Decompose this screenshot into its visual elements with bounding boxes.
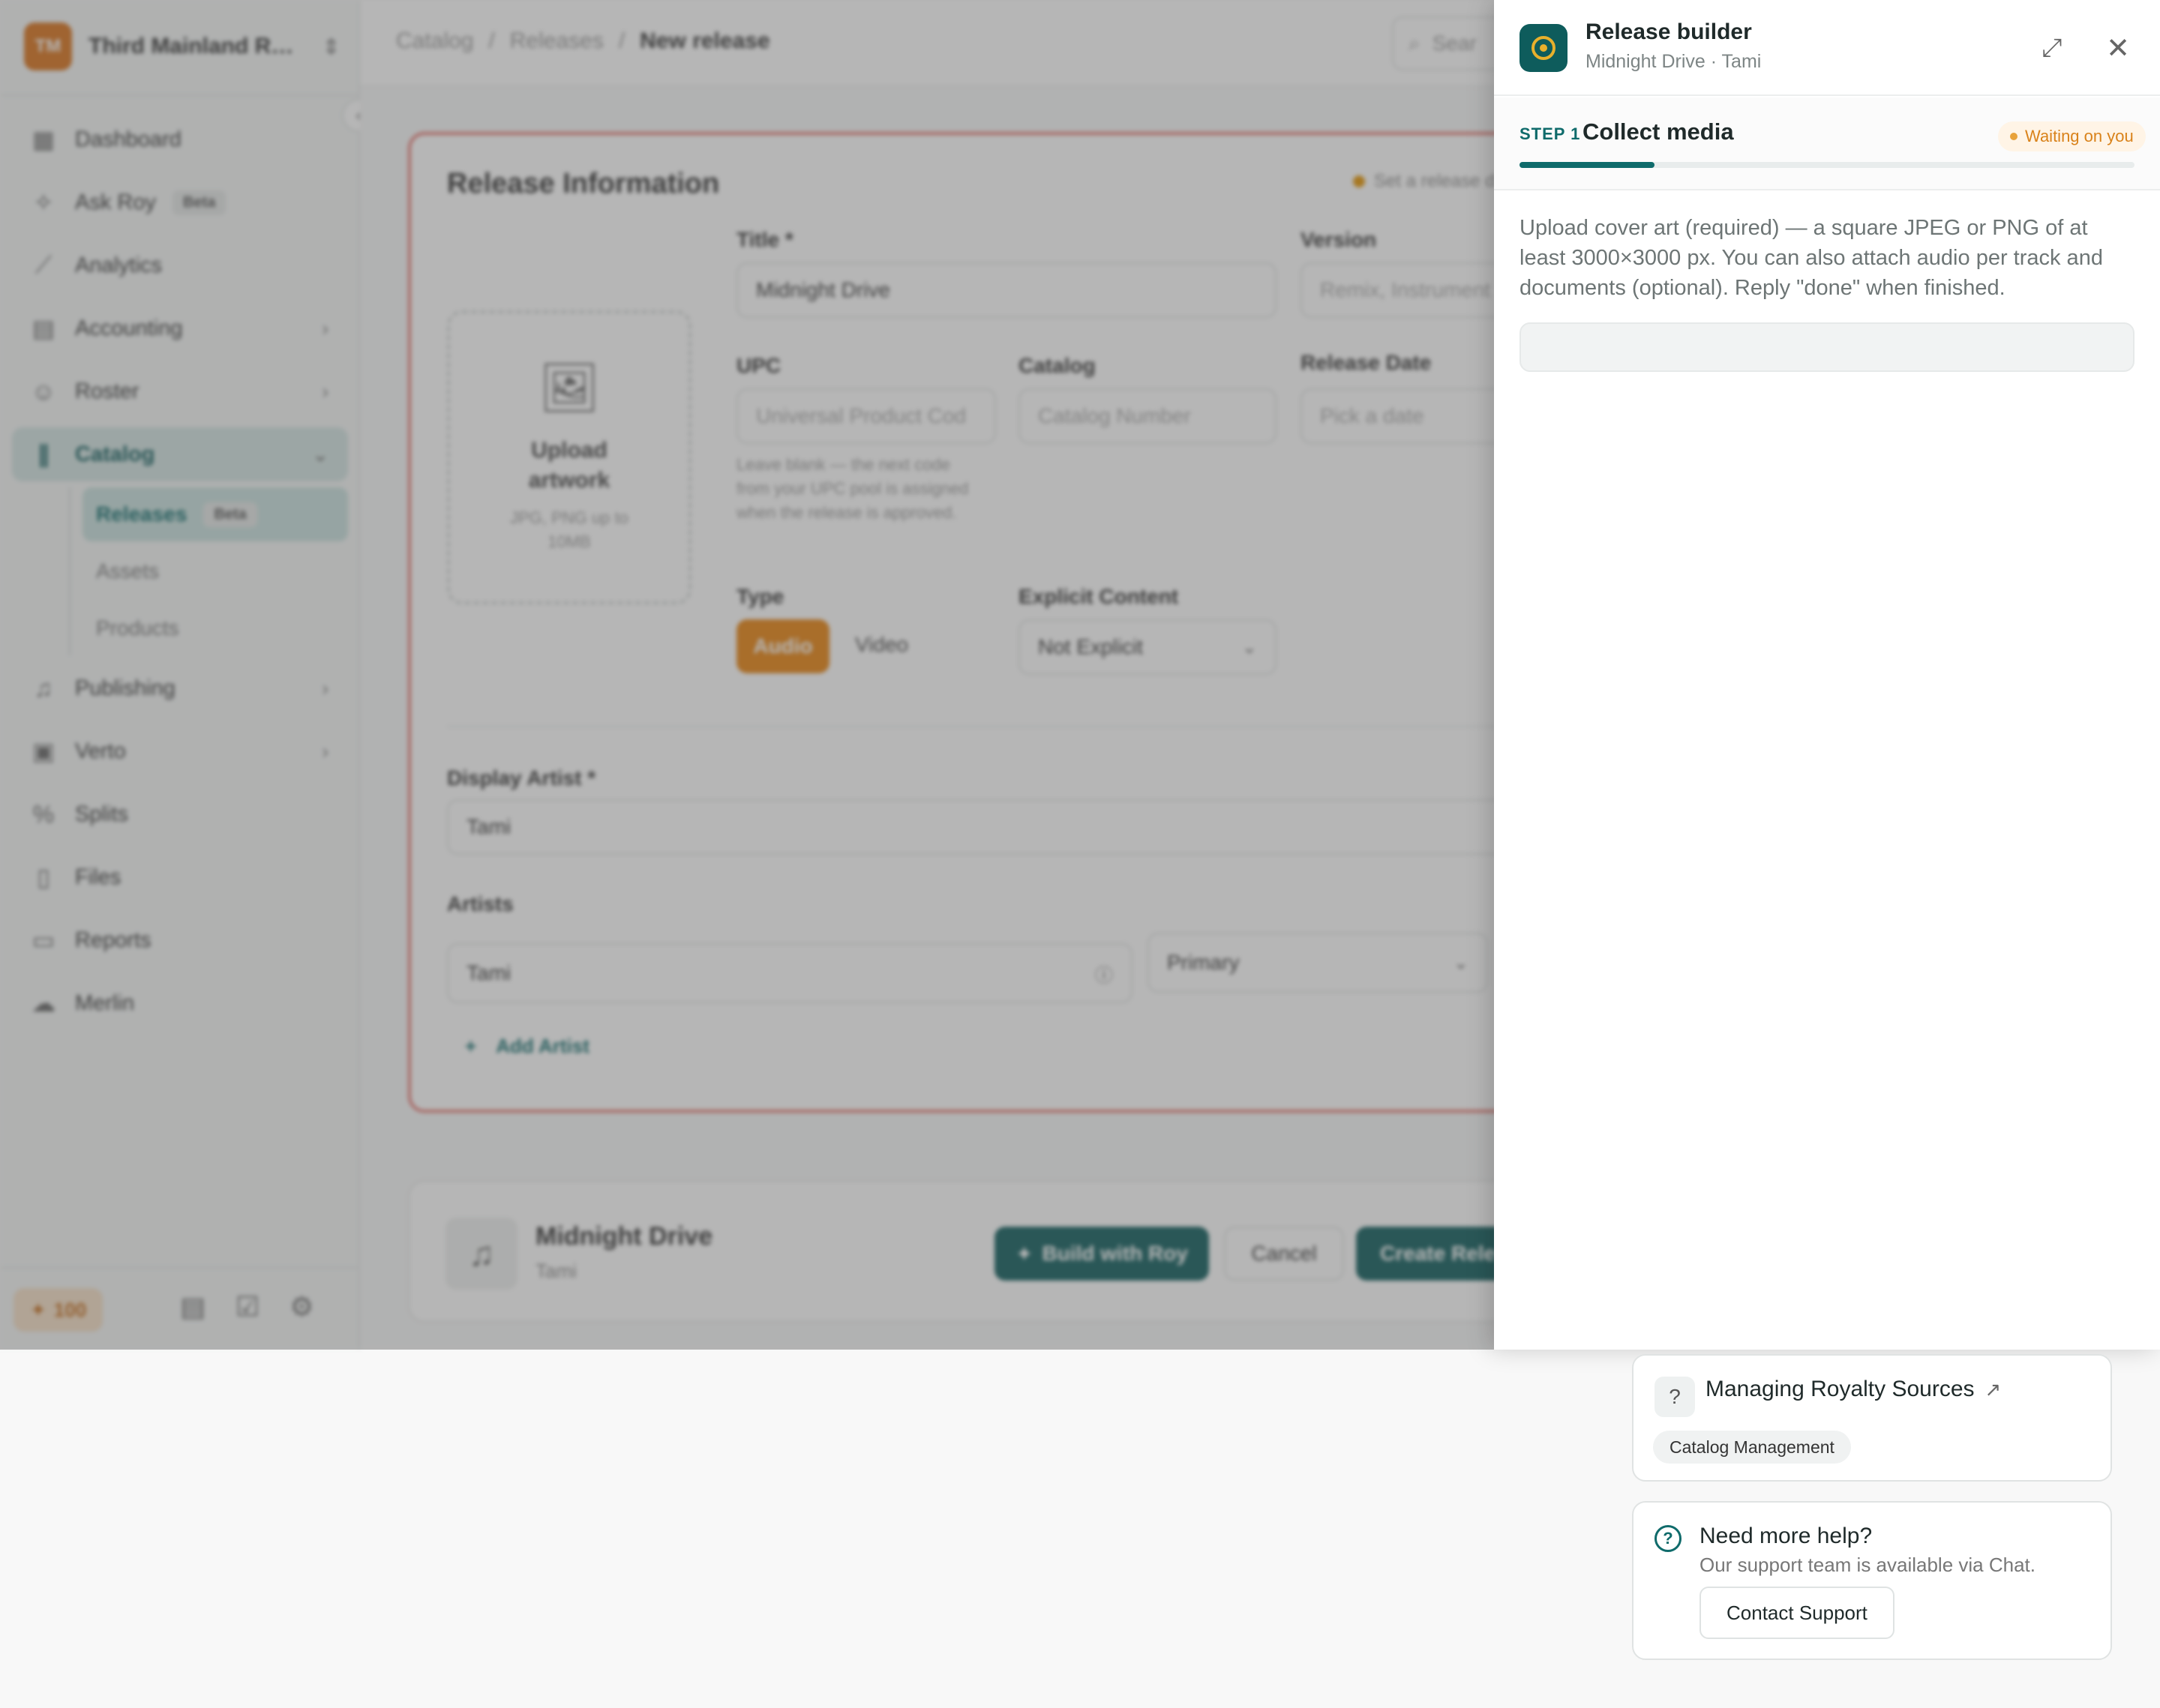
release-builder-drawer: Release builder Midnight Drive · Tami ⤢ … — [1494, 0, 2160, 1350]
reply-input[interactable] — [1520, 322, 2134, 372]
step-progress-bar — [1520, 162, 2134, 168]
modal-scrim[interactable] — [0, 0, 1494, 1350]
expand-icon[interactable]: ⤢ — [2034, 30, 2070, 66]
drawer-subtitle: Midnight Drive · Tami — [1586, 51, 1762, 72]
assistant-message: Upload cover art (required) — a square J… — [1520, 216, 2103, 300]
help-article-card[interactable]: ? Managing Royalty Sources ↗ Catalog Man… — [1632, 1354, 2112, 1482]
drawer-title: Release builder — [1586, 19, 1752, 44]
status-badge: Waiting on you — [1998, 121, 2146, 151]
status-text: Waiting on you — [2025, 127, 2134, 145]
external-link-icon: ↗ — [1984, 1377, 2002, 1401]
help-article-title: Managing Royalty Sources — [1706, 1377, 1975, 1401]
need-help-card: ? Need more help? Our support team is av… — [1632, 1501, 2112, 1660]
help-article-tag: Catalog Management — [1653, 1431, 1851, 1464]
help-article-title-row: Managing Royalty Sources ↗ — [1706, 1377, 2001, 1402]
contact-support-button[interactable]: Contact Support — [1700, 1587, 1894, 1639]
step-number: STEP 1 — [1520, 124, 1581, 143]
step-progress-fill — [1520, 162, 1655, 168]
status-dot — [2010, 133, 2018, 140]
drawer-header: Release builder Midnight Drive · Tami ⤢ … — [1494, 0, 2160, 96]
need-help-subtitle: Our support team is available via Chat. — [1700, 1554, 2036, 1576]
step-name: Collect media — [1582, 118, 1734, 145]
help-circle-icon: ? — [1654, 1525, 1682, 1552]
close-icon[interactable]: ✕ — [2100, 30, 2136, 66]
target-icon — [1520, 24, 1568, 72]
step-header: STEP 1 Collect media Waiting on you — [1494, 97, 2160, 190]
help-circle-icon: ? — [1654, 1377, 1695, 1417]
need-help-title: Need more help? — [1700, 1524, 1873, 1548]
